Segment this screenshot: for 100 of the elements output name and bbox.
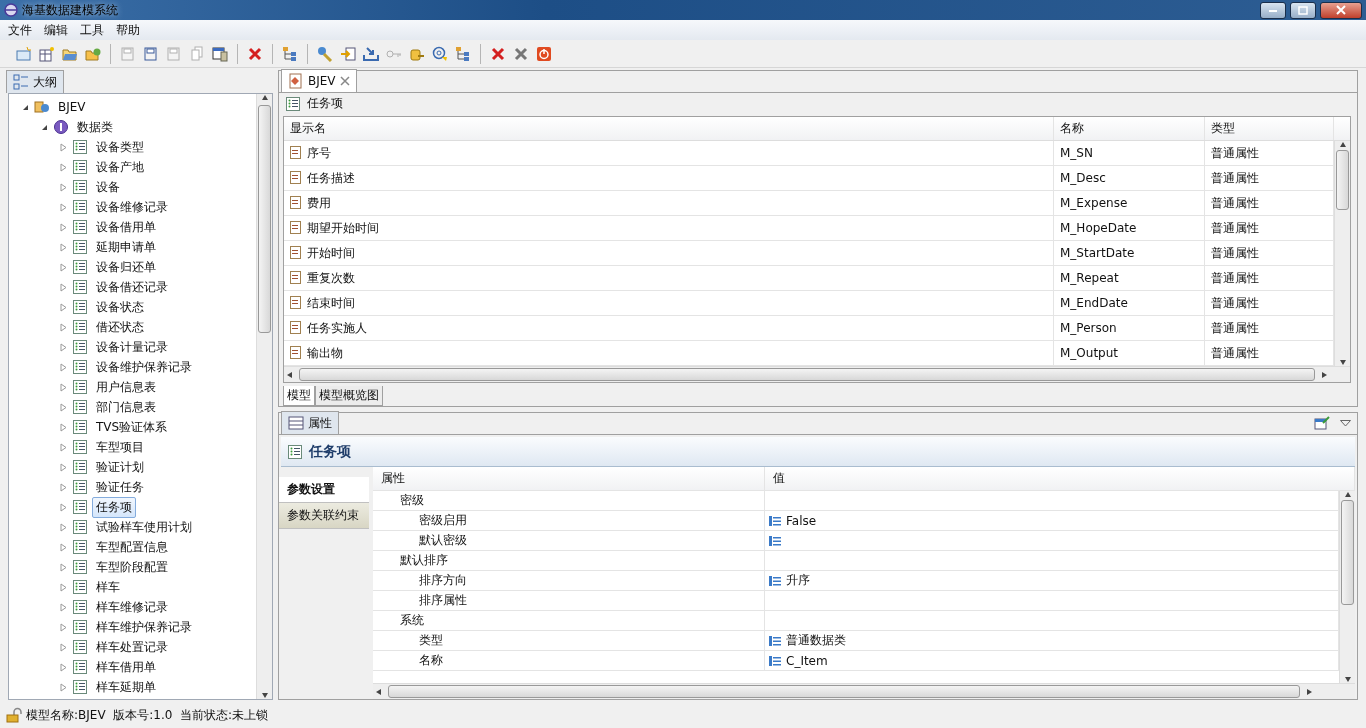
- menu-item[interactable]: 编辑: [38, 21, 74, 39]
- tree-item[interactable]: 样车处置记录: [92, 636, 172, 658]
- tree-item[interactable]: 验证计划: [92, 456, 148, 478]
- close-icon[interactable]: [339, 76, 350, 86]
- property-value[interactable]: False: [786, 513, 817, 528]
- info-circle-icon: [53, 119, 69, 135]
- tree-item[interactable]: 延期申请单: [92, 236, 160, 258]
- tree-item[interactable]: TVS验证体系: [92, 416, 172, 438]
- outline-tab[interactable]: 大纲: [6, 70, 64, 93]
- scroll-right-arrow-icon[interactable]: [1306, 688, 1313, 695]
- scroll-thumb[interactable]: [388, 685, 1300, 698]
- scrollbar[interactable]: [1334, 141, 1350, 367]
- tree-item[interactable]: 样车: [92, 576, 124, 598]
- list-icon: [72, 219, 88, 235]
- close-icon: [1336, 5, 1346, 15]
- table-cell: M_Output: [1054, 341, 1205, 366]
- attribute-icon: [290, 346, 303, 361]
- list-icon: [72, 539, 88, 555]
- list-icon: [769, 535, 782, 546]
- dropdown-arrow-icon[interactable]: [1340, 419, 1351, 427]
- scroll-thumb[interactable]: [1341, 500, 1354, 605]
- table-cell: M_EndDate: [1054, 291, 1205, 316]
- tree-item[interactable]: 样车延期单: [92, 676, 160, 698]
- column-header[interactable]: 类型: [1205, 117, 1334, 141]
- side-tab[interactable]: 参数设置: [279, 477, 369, 503]
- tree-item[interactable]: 车型阶段配置: [92, 556, 172, 578]
- scroll-down-arrow-icon[interactable]: [1344, 676, 1351, 683]
- app-logo-icon: [4, 3, 18, 17]
- scroll-thumb[interactable]: [299, 368, 1315, 382]
- tree-item[interactable]: 设备维修记录: [92, 196, 172, 218]
- scroll-right-arrow-icon[interactable]: [1321, 371, 1328, 379]
- property-value[interactable]: 升序: [786, 572, 810, 589]
- scroll-up-arrow-icon[interactable]: [261, 94, 268, 101]
- list-icon: [72, 439, 88, 455]
- scroll-up-arrow-icon[interactable]: [1339, 141, 1346, 149]
- list-icon: [72, 319, 88, 335]
- save-icon: [166, 45, 182, 62]
- tree-item[interactable]: 车型项目: [92, 436, 148, 458]
- properties-tab[interactable]: 属性: [281, 411, 339, 434]
- tree-item[interactable]: 设备: [92, 176, 124, 198]
- menu-item[interactable]: 帮助: [110, 21, 146, 39]
- scroll-thumb[interactable]: [1336, 150, 1349, 211]
- tree-item[interactable]: 设备维护保养记录: [92, 356, 196, 378]
- tree-item[interactable]: 设备产地: [92, 156, 148, 178]
- open-padlock-icon: [6, 707, 22, 723]
- table-cell: 费用: [307, 194, 331, 212]
- side-tab[interactable]: 参数关联约束: [279, 503, 369, 529]
- scroll-thumb[interactable]: [258, 105, 271, 333]
- minimize-button[interactable]: [1260, 1, 1286, 19]
- list-icon: [285, 95, 301, 112]
- tree-item[interactable]: 部门信息表: [92, 396, 160, 418]
- maximize-button[interactable]: [1290, 1, 1316, 19]
- list-icon: [769, 515, 782, 526]
- scrollbar[interactable]: [256, 94, 272, 699]
- scroll-left-arrow-icon[interactable]: [375, 688, 382, 695]
- tree-item[interactable]: 设备借还记录: [92, 276, 172, 298]
- outline-icon: [13, 74, 29, 90]
- scroll-left-arrow-icon[interactable]: [286, 371, 293, 379]
- scrollbar[interactable]: [1339, 491, 1355, 683]
- menu-item[interactable]: 文件: [2, 21, 38, 39]
- tree-item[interactable]: 用户信息表: [92, 376, 160, 398]
- tree-item[interactable]: 数据类: [73, 116, 117, 138]
- tree-item[interactable]: 任务项: [92, 496, 136, 518]
- scroll-up-arrow-icon[interactable]: [1344, 491, 1351, 498]
- tree-item[interactable]: 验证任务: [92, 476, 148, 498]
- property-value[interactable]: C_Item: [786, 653, 828, 668]
- property-value[interactable]: 普通数据类: [786, 632, 846, 649]
- list-icon: [72, 459, 88, 475]
- attribute-icon: [290, 246, 303, 261]
- table-cell: 序号: [307, 144, 331, 162]
- tree-item[interactable]: 借还状态: [92, 316, 148, 338]
- attribute-icon: [290, 146, 303, 161]
- tree-item[interactable]: 设备归还单: [92, 256, 160, 278]
- column-header[interactable]: 属性: [373, 467, 765, 490]
- tree-item[interactable]: 样车维护保养记录: [92, 616, 196, 638]
- editor-tab[interactable]: BJEV: [281, 69, 357, 92]
- column-header[interactable]: 显示名: [284, 117, 1054, 141]
- tree-item[interactable]: 样车借用单: [92, 656, 160, 678]
- scrollbar[interactable]: [284, 366, 1350, 383]
- tree-item[interactable]: 样车维修记录: [92, 596, 172, 618]
- menu-item[interactable]: 工具: [74, 21, 110, 39]
- view-tab[interactable]: 模型: [283, 386, 315, 406]
- tree-item[interactable]: 试验样车使用计划: [92, 516, 196, 538]
- tree-item[interactable]: 设备计量记录: [92, 336, 172, 358]
- tree-item[interactable]: 设备借用单: [92, 216, 160, 238]
- column-header[interactable]: 名称: [1054, 117, 1205, 141]
- list-icon: [72, 199, 88, 215]
- column-header[interactable]: 值: [765, 467, 1355, 490]
- close-button[interactable]: [1320, 1, 1362, 19]
- attribute-icon: [290, 196, 303, 211]
- scroll-down-arrow-icon[interactable]: [1339, 359, 1346, 367]
- tree-item[interactable]: 设备状态: [92, 296, 148, 318]
- tree-item[interactable]: BJEV: [54, 98, 90, 116]
- scrollbar[interactable]: [373, 683, 1355, 699]
- view-tab[interactable]: 模型概览图: [315, 386, 383, 406]
- table-cell: 重复次数: [307, 269, 355, 287]
- tree-item[interactable]: 设备类型: [92, 136, 148, 158]
- property-name: 密级启用: [373, 511, 765, 530]
- tree-item[interactable]: 车型配置信息: [92, 536, 172, 558]
- scroll-down-arrow-icon[interactable]: [261, 692, 268, 699]
